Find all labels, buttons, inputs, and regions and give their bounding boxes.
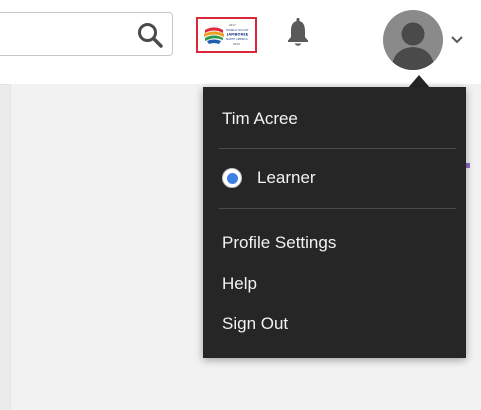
- top-bar: 2017 WORLD SCOUT JAMBOREE NORTH AMERICA …: [0, 0, 481, 85]
- search-input[interactable]: [0, 12, 173, 56]
- role-option-learner[interactable]: Learner: [222, 165, 316, 191]
- svg-text:JAMBOREE: JAMBOREE: [226, 33, 249, 37]
- chevron-down-icon[interactable]: [450, 35, 464, 45]
- svg-text:NORTH AMERICA: NORTH AMERICA: [226, 37, 248, 41]
- user-silhouette-icon: [391, 22, 435, 70]
- bell-icon[interactable]: [286, 18, 310, 48]
- menu-user-name: Tim Acree: [222, 109, 298, 128]
- svg-text:WORLD SCOUT: WORLD SCOUT: [226, 28, 249, 32]
- menu-divider: [219, 208, 456, 209]
- help-link[interactable]: Help: [222, 274, 257, 294]
- accent-mark: [466, 163, 470, 168]
- event-logo[interactable]: 2017 WORLD SCOUT JAMBOREE NORTH AMERICA …: [196, 17, 257, 53]
- svg-text:2017: 2017: [229, 23, 236, 27]
- logo-graphic: 2017 WORLD SCOUT JAMBOREE NORTH AMERICA …: [204, 23, 249, 46]
- avatar[interactable]: [383, 10, 443, 70]
- user-menu: Tim Acree Learner Profile Settings Help …: [203, 87, 466, 358]
- radio-selected-dot: [226, 172, 238, 184]
- role-radio[interactable]: [222, 168, 242, 188]
- profile-settings-link[interactable]: Profile Settings: [222, 233, 336, 253]
- sign-out-link[interactable]: Sign Out: [222, 314, 288, 334]
- search-icon[interactable]: [137, 22, 163, 48]
- menu-divider: [219, 148, 456, 149]
- role-label: Learner: [257, 168, 316, 187]
- svg-text:2019: 2019: [233, 42, 240, 46]
